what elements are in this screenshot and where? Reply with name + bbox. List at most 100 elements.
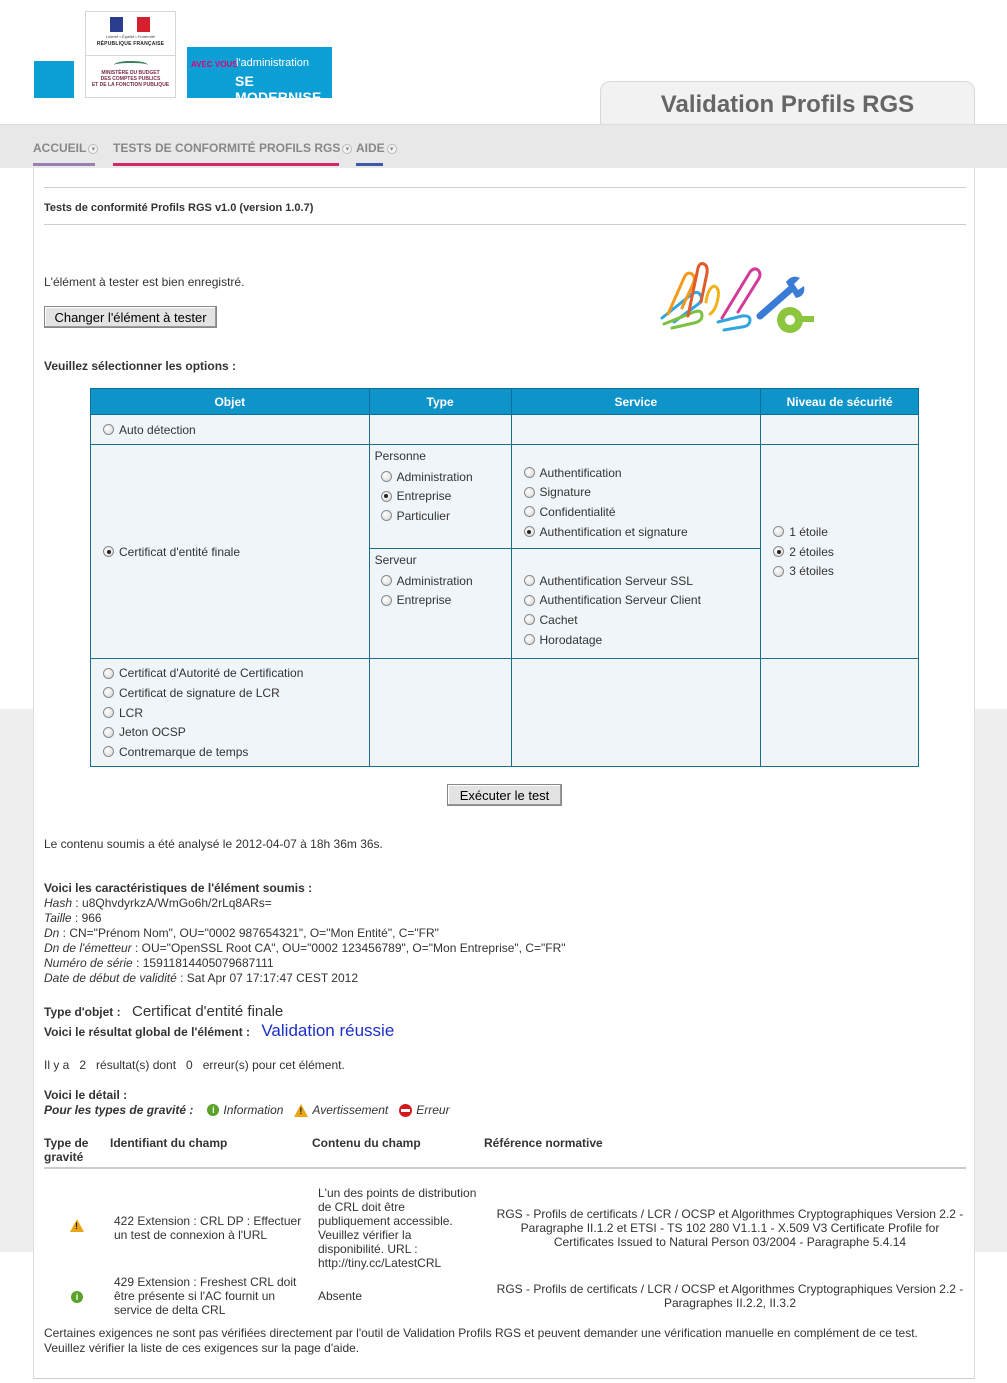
legend-err: Erreur (416, 1103, 450, 1117)
rf-motto: Liberté • Égalité • Fraternité (106, 34, 155, 39)
radio-service-auth-signature[interactable]: Authentification et signature (523, 522, 761, 542)
radio-service-signature[interactable]: Signature (523, 483, 761, 503)
radio-icon (380, 490, 392, 502)
radio-serveur-entreprise[interactable]: Entreprise (380, 591, 511, 611)
nav-aide[interactable]: AIDE ▾ (356, 141, 397, 166)
radio-personne-particulier[interactable]: Particulier (380, 506, 511, 526)
details-heading: Voici les caractéristiques de l'élément … (44, 881, 313, 895)
radio-icon (773, 565, 785, 577)
detail-size: : 966 (71, 911, 102, 925)
radio-icon (523, 575, 535, 587)
modernise-avec: AVEC VOUS (191, 60, 238, 69)
site-header: Liberté • Égalité • Fraternité RÉPUBLIQU… (0, 0, 1007, 124)
col-service: Service (510, 388, 762, 415)
result-count: Il y a 2 résultat(s) dont 0 erreur(s) po… (44, 1058, 345, 1072)
radio-personne-administration[interactable]: Administration (380, 467, 511, 487)
radio-niveau-3[interactable]: 3 étoiles (773, 561, 918, 581)
radio-icon (523, 486, 535, 498)
radio-icon (380, 575, 392, 587)
detail-hash: : u8QhvdyrkzA/WmGo6h/2rLq8ARs= (72, 896, 272, 910)
radio-icon (523, 634, 535, 646)
detail-issuer: : OU="OpenSSL Root CA", OU="0002 1234567… (131, 941, 566, 955)
change-element-button[interactable]: Changer l'élément à tester (44, 306, 217, 328)
radio-icon (103, 687, 114, 699)
radio-lcr[interactable]: LCR (103, 703, 369, 723)
registered-message: L'élément à tester est bien enregistré. (44, 275, 245, 289)
radio-icon (773, 546, 785, 557)
modernise-adm: l'administration (236, 57, 310, 69)
nav-accueil-label: ACCUEIL (33, 141, 87, 155)
col-type: Type (368, 388, 512, 415)
republique-francaise-logo: Liberté • Égalité • Fraternité RÉPUBLIQU… (85, 11, 176, 98)
chevron-down-icon: ▾ (88, 144, 99, 154)
modernise-banner: AVEC VOUS l'administration SE MODERNISE (187, 47, 332, 105)
radio-service-client[interactable]: Authentification Serveur Client (523, 591, 761, 611)
nav-underline (33, 163, 95, 166)
flag-icon (110, 17, 150, 32)
radio-service-ssl[interactable]: Authentification Serveur SSL (523, 571, 761, 591)
global-result-value: Validation réussie (261, 1021, 395, 1040)
radio-cert-ac[interactable]: Certificat d'Autorité de Certification (103, 664, 369, 684)
radio-auto-detection[interactable]: Auto détection (103, 420, 369, 440)
legend-info: Information (223, 1103, 284, 1117)
radio-icon (523, 506, 535, 518)
col-identifiant: Identifiant du champ (110, 1134, 312, 1169)
detail-validity: : Sat Apr 07 17:17:47 CEST 2012 (176, 971, 359, 985)
nav-tests-label: TESTS DE CONFORMITÉ PROFILS RGS (113, 141, 341, 155)
paperclip-icon (660, 262, 762, 332)
row-contenu: L'un des points de distribution de CRL d… (318, 1185, 477, 1270)
radio-icon (103, 726, 114, 738)
main-nav: ACCUEIL ▾ TESTS DE CONFORMITÉ PROFILS RGS… (0, 124, 1007, 168)
radio-niveau-2[interactable]: 2 étoiles (773, 542, 918, 562)
radio-niveau-1[interactable]: 1 étoile (773, 522, 918, 542)
legend-warn: Avertissement (312, 1103, 389, 1117)
radio-icon (380, 594, 392, 606)
radio-service-cachet[interactable]: Cachet (523, 610, 761, 630)
error-icon (399, 1103, 413, 1117)
gravity-label: Pour les types de gravité : (44, 1103, 194, 1117)
background-band-right (975, 709, 1007, 1252)
background-band-left (0, 709, 33, 1252)
modernise-se: SE MODERNISE (235, 73, 322, 105)
radio-cert-entite-finale[interactable]: Certificat d'entité finale (103, 542, 369, 562)
radio-cert-signature-lcr[interactable]: Certificat de signature de LCR (103, 683, 369, 703)
radio-service-authentification[interactable]: Authentification (523, 463, 761, 483)
nav-underline (356, 163, 383, 166)
radio-service-horodatage[interactable]: Horodatage (523, 630, 761, 650)
radio-icon (523, 614, 535, 626)
global-result-label: Voici le résultat global de l'élément : (44, 1025, 251, 1039)
rf-name: RÉPUBLIQUE FRANÇAISE (96, 41, 165, 47)
info-icon: i (71, 1291, 83, 1303)
col-contenu: Contenu du champ (312, 1134, 484, 1169)
row-contenu: Absente (318, 1289, 363, 1303)
page-heading: Tests de conformité Profils RGS v1.0 (ve… (44, 202, 314, 214)
info-icon: i (207, 1104, 220, 1116)
logo-square (34, 61, 74, 98)
table-row: 422 Extension : CRL DP : Effectuer un te… (44, 1168, 966, 1272)
nav-accueil[interactable]: ACCUEIL ▾ (33, 141, 99, 166)
divider (44, 187, 966, 188)
chevron-down-icon: ▾ (386, 144, 397, 154)
global-result-row: Voici le résultat global de l'élément : … (44, 1021, 394, 1041)
footer-note-2: Veuillez vérifier la liste de ces exigen… (44, 1341, 360, 1355)
detail-dn: : CN="Prénom Nom", OU="0002 987654321", … (59, 926, 439, 940)
radio-icon (380, 510, 392, 522)
radio-contremarque[interactable]: Contremarque de temps (103, 742, 369, 762)
radio-jeton-ocsp[interactable]: Jeton OCSP (103, 722, 369, 742)
radio-icon (523, 526, 535, 538)
group-personne: Personne (374, 449, 426, 463)
radio-service-confidentialite[interactable]: Confidentialité (523, 502, 761, 522)
run-test-button[interactable]: Exécuter le test (447, 784, 562, 806)
row-reference: RGS - Profils de certificats / LCR / OCS… (496, 1282, 964, 1310)
radio-serveur-administration[interactable]: Administration (380, 571, 511, 591)
divider (44, 224, 966, 225)
row-reference: RGS - Profils de certificats / LCR / OCS… (496, 1206, 964, 1249)
radio-icon (103, 424, 114, 435)
radio-icon (103, 667, 114, 679)
radio-personne-entreprise[interactable]: Entreprise (380, 487, 511, 507)
ministry-name: MINISTÈRE DU BUDGET DES COMPTES PUBLICS … (91, 70, 170, 88)
analysed-message: Le contenu soumis a été analysé le 2012-… (44, 837, 383, 851)
radio-icon (103, 546, 114, 557)
nav-tests[interactable]: TESTS DE CONFORMITÉ PROFILS RGS ▾ (113, 141, 353, 166)
radio-icon (380, 471, 392, 483)
